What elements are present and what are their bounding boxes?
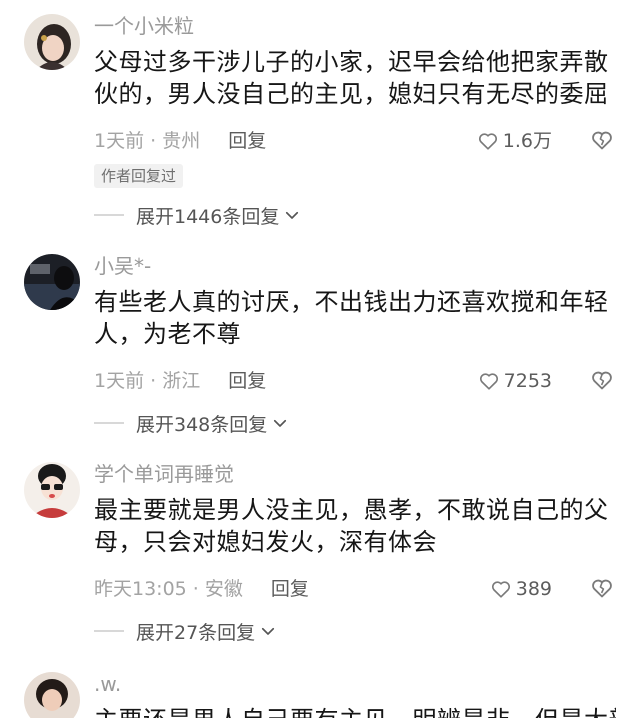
avatar-image xyxy=(24,14,80,70)
divider-dash xyxy=(94,422,124,424)
expand-label: 展开348条回复 xyxy=(136,413,268,436)
expand-label: 展开27条回复 xyxy=(136,621,256,644)
expand-replies-button[interactable]: 展开348条回复 xyxy=(94,408,289,438)
dislike-button[interactable] xyxy=(590,576,614,600)
divider-dash xyxy=(94,214,124,216)
like-count: 389 xyxy=(515,578,552,600)
avatar[interactable] xyxy=(24,14,80,70)
expand-label: 展开1446条回复 xyxy=(136,205,280,228)
time-location: 1天前 · 浙江 xyxy=(94,370,201,392)
time-location: 1天前 · 贵州 xyxy=(94,130,201,152)
comment-text: 主要还是男人自己要有主见，明辨是非，但是大部 xyxy=(94,704,616,718)
comment-text: 最主要就是男人没主见，愚孝，不敢说自己的父母，只会对媳妇发火，深有体会 xyxy=(94,496,609,556)
chevron-down-icon xyxy=(262,627,275,635)
broken-heart-icon xyxy=(592,371,612,390)
like-button[interactable]: 7253 xyxy=(478,364,552,398)
reply-button[interactable]: 回复 xyxy=(271,578,309,600)
chevron-down-icon xyxy=(274,419,287,427)
heart-outline-icon xyxy=(479,373,498,390)
heart-outline-icon xyxy=(478,133,497,150)
time-location: 昨天13:05 · 安徽 xyxy=(94,578,243,600)
reply-button[interactable]: 回复 xyxy=(228,130,266,152)
avatar[interactable] xyxy=(24,254,80,310)
dislike-button[interactable] xyxy=(590,368,614,392)
username[interactable]: 学个单词再睡觉 xyxy=(94,462,616,488)
broken-heart-icon xyxy=(592,131,612,150)
broken-heart-icon xyxy=(592,579,612,598)
avatar-image xyxy=(24,672,80,718)
like-button[interactable]: 389 xyxy=(490,572,552,606)
avatar[interactable] xyxy=(24,672,80,718)
comment-text: 父母过多干涉儿子的小家，迟早会给他把家弄散伙的，男人没自己的主见，媳妇只有无尽的… xyxy=(94,48,609,108)
username[interactable]: 一个小米粒 xyxy=(94,14,616,40)
heart-outline-icon xyxy=(491,581,510,598)
dislike-button[interactable] xyxy=(590,128,614,152)
comment-text: 有些老人真的讨厌，不出钱出力还喜欢搅和年轻人，为老不尊 xyxy=(94,288,609,348)
like-count: 1.6万 xyxy=(502,130,552,152)
comment-meta: 昨天13:05 · 安徽 回复 389 xyxy=(94,572,616,606)
avatar-image xyxy=(24,254,80,310)
comment-meta: 1天前 · 贵州 回复 1.6万 xyxy=(94,124,616,158)
like-button[interactable]: 1.6万 xyxy=(477,124,552,158)
username[interactable]: 小吴*- xyxy=(94,254,616,280)
avatar-image xyxy=(24,462,80,518)
username[interactable]: .w. xyxy=(94,672,616,698)
divider-dash xyxy=(94,630,124,632)
avatar[interactable] xyxy=(24,462,80,518)
chevron-down-icon xyxy=(286,211,299,219)
expand-replies-button[interactable]: 展开27条回复 xyxy=(94,616,277,646)
author-replied-badge: 作者回复过 xyxy=(94,164,184,188)
expand-replies-button[interactable]: 展开1446条回复 xyxy=(94,200,301,230)
comment-feed: 一个小米粒 父母过多干涉儿子的小家，迟早会给他把家弄散伙的，男人没自己的主见，媳… xyxy=(0,0,640,718)
comment-meta: 1天前 · 浙江 回复 7253 xyxy=(94,364,616,398)
reply-button[interactable]: 回复 xyxy=(228,370,266,392)
like-count: 7253 xyxy=(503,370,552,392)
